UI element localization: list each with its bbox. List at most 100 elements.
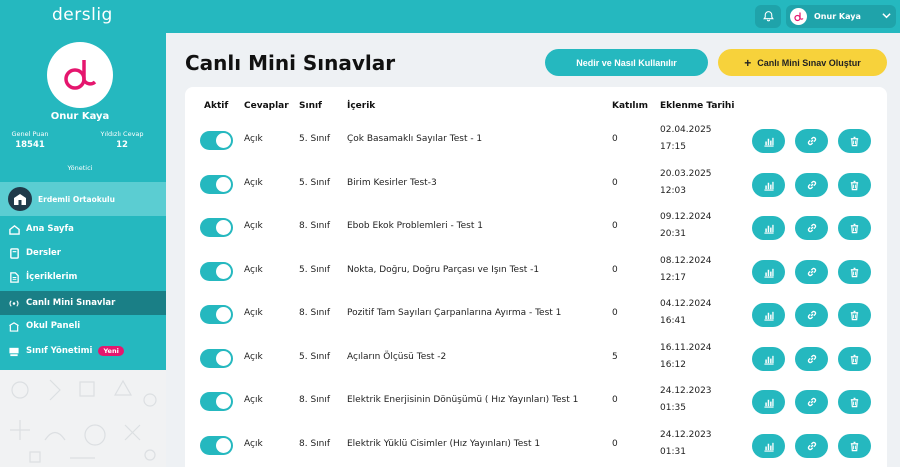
school-name: Erdemli Ortaokulu	[38, 194, 115, 204]
document-icon	[8, 271, 20, 283]
cevaplar-cell: Açık	[244, 352, 263, 362]
active-toggle[interactable]	[200, 349, 233, 368]
results-button[interactable]	[752, 260, 785, 284]
header-eklenme-tarihi: Eklenme Tarihi	[660, 101, 735, 111]
icerik-cell: Nokta, Doğru, Doğru Parçası ve Işın Test…	[347, 265, 540, 275]
active-toggle[interactable]	[200, 218, 233, 237]
trash-icon	[849, 176, 860, 195]
results-button[interactable]	[752, 129, 785, 153]
sidebar-item-dersler[interactable]: Dersler	[0, 241, 166, 265]
cevaplar-cell: Açık	[244, 308, 263, 318]
active-toggle[interactable]	[200, 262, 233, 281]
active-toggle[interactable]	[200, 436, 233, 455]
school-icon	[8, 320, 20, 332]
home-icon	[8, 223, 20, 235]
toggle-knob	[216, 307, 231, 322]
katilim-cell: 0	[612, 134, 618, 144]
link-icon	[806, 263, 818, 282]
share-link-button[interactable]	[795, 303, 828, 327]
logo[interactable]: derslig	[52, 5, 113, 25]
sinif-cell: 5. Sınıf	[299, 265, 331, 275]
bar-chart-icon	[763, 132, 775, 151]
school-selector[interactable]: Erdemli Ortaokulu	[0, 182, 166, 216]
delete-button[interactable]	[838, 129, 871, 153]
sidebar-item-label: Dersler	[26, 248, 61, 258]
date-cell: 20.03.2025	[660, 169, 712, 179]
genel-puan-label: Genel Puan	[11, 130, 49, 138]
delete-button[interactable]	[838, 260, 871, 284]
user-name: Onur Kaya	[814, 12, 861, 21]
results-button[interactable]	[752, 390, 785, 414]
table-row: Açık 8. Sınıf Pozitif Tam Sayıları Çarpanl…	[185, 293, 887, 336]
active-toggle[interactable]	[200, 305, 233, 324]
time-cell: 17:15	[660, 142, 686, 152]
create-quiz-button[interactable]: + Canlı Mini Sınav Oluştur	[718, 49, 887, 76]
table-row: Açık 8. Sınıf Elektrik Yüklü Cisimler (Hız…	[185, 424, 887, 467]
cevaplar-cell: Açık	[244, 395, 263, 405]
link-icon	[806, 176, 818, 195]
top-bar: derslig Onur Kaya	[0, 0, 900, 33]
user-menu-button[interactable]: Onur Kaya	[786, 5, 896, 28]
yildizli-cevap-value: 12	[116, 140, 128, 150]
results-button[interactable]	[752, 434, 785, 458]
delete-button[interactable]	[838, 173, 871, 197]
time-cell: 01:35	[660, 403, 686, 413]
date-cell: 04.12.2024	[660, 299, 712, 309]
katilim-cell: 0	[612, 439, 618, 449]
notifications-button[interactable]	[755, 5, 781, 28]
results-button[interactable]	[752, 303, 785, 327]
share-link-button[interactable]	[795, 129, 828, 153]
sidebar-item-okul-paneli[interactable]: Okul Paneli	[0, 314, 166, 338]
time-cell: 12:03	[660, 186, 686, 196]
sidebar-item-canli-mini-sinavlar[interactable]: Canlı Mini Sınavlar	[0, 291, 166, 315]
active-toggle[interactable]	[200, 175, 233, 194]
share-link-button[interactable]	[795, 216, 828, 240]
share-link-button[interactable]	[795, 390, 828, 414]
page-title: Canlı Mini Sınavlar	[185, 51, 396, 75]
table-row: Açık 8. Sınıf Elektrik Enerjisinin Dönüşüm…	[185, 380, 887, 423]
table-row: Açık 5. Sınıf Birim Kesirler Test-3 0 20.03.…	[185, 163, 887, 206]
katilim-cell: 0	[612, 178, 618, 188]
sidebar-item-ana-sayfa[interactable]: Ana Sayfa	[0, 217, 166, 241]
share-link-button[interactable]	[795, 434, 828, 458]
how-to-use-button[interactable]: Nedir ve Nasıl Kullanılır	[545, 49, 708, 76]
delete-button[interactable]	[838, 434, 871, 458]
yildizli-cevap-stat: Yıldızlı Cevap 12	[92, 130, 152, 150]
cevaplar-cell: Açık	[244, 178, 263, 188]
sidebar-item-label: Sınıf Yönetimi	[26, 346, 93, 356]
active-toggle[interactable]	[200, 131, 233, 150]
profile-avatar[interactable]	[47, 42, 113, 108]
icerik-cell: Elektrik Yüklü Cisimler (Hız Yayınları) …	[347, 439, 541, 449]
new-badge: Yeni	[98, 346, 124, 356]
create-quiz-label: Canlı Mini Sınav Oluştur	[757, 57, 861, 68]
table-row: Açık 8. Sınıf Ebob Ekok Problemleri - Test…	[185, 206, 887, 249]
derslig-logo-icon	[793, 12, 803, 21]
toggle-knob	[216, 351, 231, 366]
cevaplar-cell: Açık	[244, 221, 263, 231]
sidebar-item-iceriklerim[interactable]: İçeriklerim	[0, 265, 166, 289]
share-link-button[interactable]	[795, 347, 828, 371]
icerik-cell: Ebob Ekok Problemleri - Test 1	[347, 221, 483, 231]
delete-button[interactable]	[838, 390, 871, 414]
results-button[interactable]	[752, 216, 785, 240]
katilim-cell: 0	[612, 265, 618, 275]
genel-puan-stat: Genel Puan 18541	[0, 130, 60, 150]
icerik-cell: Birim Kesirler Test-3	[347, 178, 437, 188]
delete-button[interactable]	[838, 347, 871, 371]
toggle-knob	[216, 264, 231, 279]
delete-button[interactable]	[838, 216, 871, 240]
cevaplar-cell: Açık	[244, 439, 263, 449]
trash-icon	[849, 393, 860, 412]
delete-button[interactable]	[838, 303, 871, 327]
active-toggle[interactable]	[200, 392, 233, 411]
sinif-cell: 5. Sınıf	[299, 352, 331, 362]
trash-icon	[849, 263, 860, 282]
share-link-button[interactable]	[795, 260, 828, 284]
results-button[interactable]	[752, 347, 785, 371]
sidebar-item-sinif-yonetimi[interactable]: Sınıf Yönetimi Yeni	[0, 339, 166, 363]
time-cell: 01:31	[660, 447, 686, 457]
link-icon	[806, 132, 818, 151]
time-cell: 12:17	[660, 273, 686, 283]
results-button[interactable]	[752, 173, 785, 197]
share-link-button[interactable]	[795, 173, 828, 197]
